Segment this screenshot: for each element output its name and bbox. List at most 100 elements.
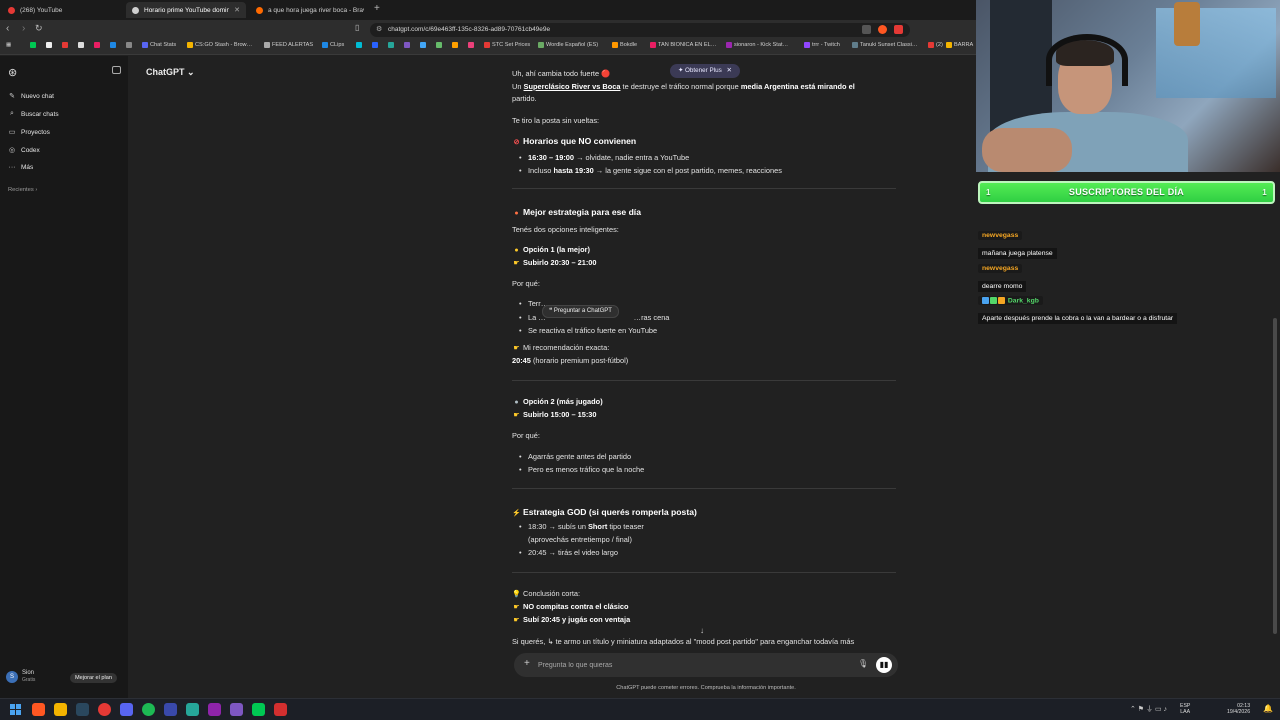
get-plus-button[interactable]: ✦ Obtener Plus ✕ xyxy=(670,64,740,78)
close-icon[interactable]: ✕ xyxy=(727,67,732,74)
bookmark-kick-stats[interactable]: sionaron - Kick Stat… xyxy=(726,42,788,48)
bookmark-csgo-stash[interactable]: CS:GO Stash - Brow… xyxy=(187,42,252,48)
disclaimer-text: ChatGPT puede cometer errores. Comprueba… xyxy=(616,685,796,691)
apps-icon[interactable]: ▦ xyxy=(6,42,11,48)
list-item: 18:30 → subís un Short tipo teaser xyxy=(519,522,644,531)
sidebar-item-codex[interactable]: ◎ Codex xyxy=(8,146,40,155)
bookmark-icon[interactable] xyxy=(388,42,394,48)
sidebar-item-buscar-chats[interactable]: ⌕ Buscar chats xyxy=(8,110,59,118)
bookmark-icon[interactable] xyxy=(468,42,474,48)
app-icon[interactable] xyxy=(164,703,177,716)
site-info-icon[interactable]: ⚙ xyxy=(376,25,382,33)
bookmark-label: Tanuki Sunset Classi… xyxy=(860,42,918,48)
list-item: 16:30 – 19:00 → olvidate, nadie entra a … xyxy=(519,153,689,162)
scrollbar[interactable] xyxy=(1273,318,1277,634)
upgrade-plan-button[interactable]: Mejorar el plan xyxy=(70,673,117,683)
system-tray-icons[interactable]: ⌃ ⚑ ⏚ ▭ ♪ xyxy=(1130,704,1167,714)
bookmark-barra[interactable]: BARRA xyxy=(946,42,973,48)
sidebar-item-proyectos[interactable]: ▭ Proyectos xyxy=(8,128,50,137)
add-attachment-icon[interactable]: + xyxy=(524,658,530,669)
bookmark-icon[interactable] xyxy=(356,42,362,48)
bookmark-bokdle[interactable]: Bokdle xyxy=(612,42,637,48)
bookmark-icon xyxy=(726,42,732,48)
pointing-hand-icon: ☛ xyxy=(513,604,520,611)
windows-start-icon[interactable] xyxy=(10,704,21,715)
clock[interactable]: 02:13 19/4/2026 xyxy=(1227,703,1250,715)
bookmark-icon[interactable] xyxy=(94,42,100,48)
spotify-icon[interactable] xyxy=(142,703,155,716)
bookmark-icon xyxy=(538,42,544,48)
avatar: S xyxy=(6,670,18,683)
brave-rewards-icon[interactable] xyxy=(894,25,903,34)
bookmark-twitch[interactable]: trrr - Twitch xyxy=(804,42,840,48)
obs-icon[interactable] xyxy=(274,703,287,716)
tab-brave-search[interactable]: a que hora juega river boca - Brave S… xyxy=(250,2,370,18)
address-bar[interactable]: ⚙ chatgpt.com/c/69e463ff-135c-8326-ad89-… xyxy=(370,23,910,37)
chrome-icon[interactable] xyxy=(98,703,111,716)
app-icon[interactable] xyxy=(186,703,199,716)
bookmark-clips[interactable]: CLips xyxy=(322,42,344,48)
voice-mode-button[interactable]: ▮▮ xyxy=(876,657,892,673)
scroll-down-icon[interactable]: ↓ xyxy=(700,626,704,635)
divider xyxy=(512,488,896,489)
bookmark-icon[interactable] xyxy=(404,42,410,48)
bookmark-chat-stats[interactable]: Chat Stats xyxy=(142,42,176,48)
microphone-icon[interactable]: 🎙 xyxy=(858,659,868,668)
brave-shields-icon[interactable] xyxy=(878,25,887,34)
tab-chatgpt[interactable]: Horario prime YouTube doming… ✕ xyxy=(126,2,246,18)
tab-label: (268) YouTube xyxy=(20,6,63,14)
close-tab-icon[interactable]: ✕ xyxy=(234,6,240,14)
bookmark-icon[interactable] xyxy=(420,42,426,48)
tab-youtube[interactable]: (268) YouTube xyxy=(2,2,124,18)
tab-label: Horario prime YouTube doming… xyxy=(144,6,230,14)
chat-message: newvegass dearre momo xyxy=(978,257,1278,293)
brave-icon[interactable] xyxy=(32,703,45,716)
bookmark-icon[interactable] xyxy=(110,42,116,48)
openai-logo-icon[interactable]: ⊛ xyxy=(8,66,17,79)
discord-icon[interactable] xyxy=(120,703,133,716)
kick-icon[interactable] xyxy=(252,703,265,716)
language-indicator[interactable]: ESP LAA xyxy=(1180,703,1190,715)
new-tab-icon[interactable]: + xyxy=(374,3,380,14)
folder-icon: ▭ xyxy=(8,129,16,136)
forward-icon[interactable]: › xyxy=(22,23,25,34)
share-icon[interactable] xyxy=(862,25,871,34)
list-item: 20:45 → tirás el video largo xyxy=(519,548,618,557)
bookmark-tan-bionica[interactable]: TAN BIONICA EN EL… xyxy=(650,42,716,48)
notifications-icon[interactable]: 🔔 xyxy=(1263,704,1273,713)
file-explorer-icon[interactable] xyxy=(54,703,67,716)
sidebar-item-nuevo-chat[interactable]: ✎ Nuevo chat xyxy=(8,92,54,101)
prompt-input[interactable] xyxy=(538,659,838,671)
url-text: chatgpt.com/c/69e463ff-135c-8326-ad89-70… xyxy=(388,26,551,33)
bookmark-icon[interactable] xyxy=(78,42,84,48)
steam-icon[interactable] xyxy=(76,703,89,716)
chat-message: Dark_kgb Aparte después prende la cobra … xyxy=(978,289,1278,325)
bookmark-icon[interactable] xyxy=(126,42,132,48)
recent-chats-header[interactable]: Recientes › xyxy=(8,187,37,193)
bookmark-icon[interactable] xyxy=(452,42,458,48)
bookmark-icon[interactable] xyxy=(62,42,68,48)
reload-icon[interactable]: ↻ xyxy=(35,23,43,34)
sidebar-item-mas[interactable]: ··· Más xyxy=(8,164,34,171)
browser-nav-bar: ‹ › ↻ ▯ ⚙ chatgpt.com/c/69e463ff-135c-83… xyxy=(0,20,976,40)
bookmark-wordle[interactable]: Wordle Español (ES) xyxy=(538,42,598,48)
chat-username: Dark_kgb xyxy=(978,295,1043,305)
bookmark-icon[interactable] xyxy=(30,42,36,48)
bookmark-tanuki[interactable]: Tanuki Sunset Classi… xyxy=(852,42,918,48)
app-icon[interactable] xyxy=(208,703,221,716)
app-icon[interactable] xyxy=(230,703,243,716)
bookmark-icon[interactable] xyxy=(436,42,442,48)
bookmark-2[interactable]: (2) xyxy=(928,42,943,48)
user-menu[interactable]: S Sion Gratis xyxy=(6,670,35,683)
ask-chatgpt-popup[interactable]: ❝ Preguntar a ChatGPT xyxy=(542,305,619,318)
bookmark-stc-set-prices[interactable]: STC Set Prices xyxy=(484,42,530,48)
bookmark-label: trrr - Twitch xyxy=(812,42,840,48)
bookmark-feed-alertas[interactable]: FEED ALERTAS xyxy=(264,42,313,48)
chat-username: newvegass xyxy=(978,264,1023,273)
model-selector[interactable]: ChatGPT ⌄ xyxy=(146,67,195,78)
back-icon[interactable]: ‹ xyxy=(6,23,9,34)
sidebar-toggle-icon[interactable] xyxy=(112,66,121,74)
bookmark-page-icon[interactable]: ▯ xyxy=(355,23,359,32)
bookmark-icon[interactable] xyxy=(46,42,52,48)
bookmark-icon[interactable] xyxy=(372,42,378,48)
